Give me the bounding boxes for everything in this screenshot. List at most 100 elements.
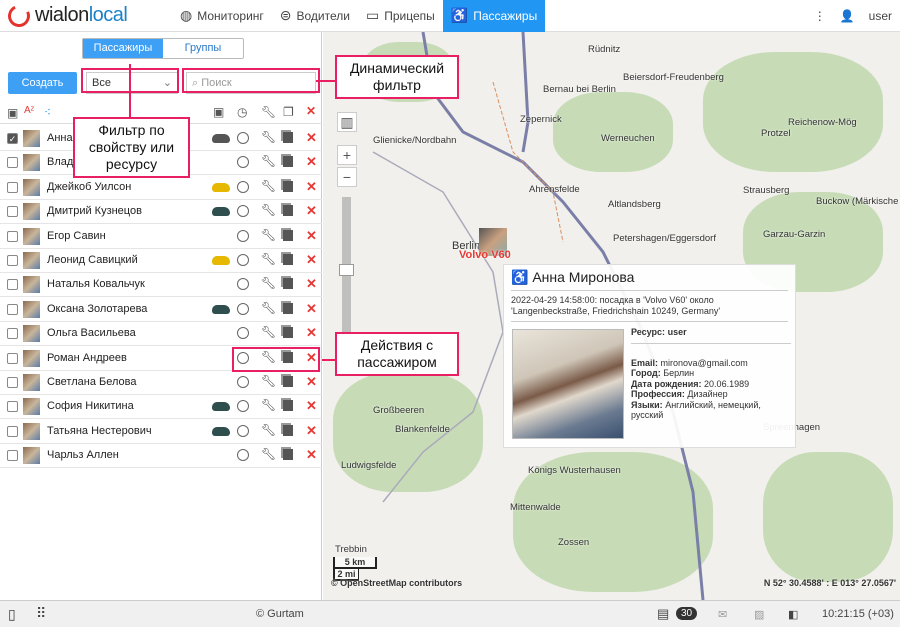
history-icon[interactable]	[237, 156, 249, 169]
history-icon[interactable]	[237, 400, 249, 413]
wrench-icon[interactable]: 🔧︎	[261, 228, 276, 242]
history-icon[interactable]	[237, 205, 249, 218]
passenger-name[interactable]: Татьяна Нестерович	[47, 425, 152, 437]
delete-icon[interactable]: ✕	[306, 179, 317, 195]
wrench-icon[interactable]: 🔧︎	[261, 325, 276, 339]
passenger-name[interactable]: Дмитрий Кузнецов	[47, 205, 142, 217]
passenger-row[interactable]: Джейкоб Уилсон 🔧︎ ✕	[0, 176, 322, 200]
passenger-row[interactable]: София Никитина 🔧︎ ✕	[0, 395, 322, 420]
delete-icon[interactable]: ✕	[306, 228, 317, 244]
nav-trailers[interactable]: ▭ Прицепы	[358, 0, 443, 32]
wrench-icon[interactable]: 🔧︎	[261, 301, 276, 315]
panel-toggle-icon[interactable]: ▯	[8, 606, 16, 623]
delete-icon[interactable]: ✕	[306, 325, 317, 341]
passenger-row[interactable]: Леонид Савицкий 🔧︎ ✕	[0, 249, 322, 273]
row-checkbox[interactable]	[7, 303, 18, 315]
history-icon[interactable]	[237, 278, 249, 291]
create-button[interactable]: Создать	[8, 72, 77, 94]
zoom-out-button[interactable]: −	[337, 167, 357, 187]
passenger-row[interactable]: Ольга Васильева 🔧︎ ✕	[0, 322, 322, 347]
tab-passengers[interactable]: Пассажиры	[83, 39, 163, 58]
passenger-name[interactable]: Влад	[47, 156, 73, 168]
wrench-icon[interactable]: 🔧︎	[261, 423, 276, 437]
delete-icon[interactable]: ✕	[306, 423, 317, 439]
row-checkbox[interactable]	[7, 279, 18, 291]
history-icon[interactable]	[237, 229, 249, 242]
passenger-row[interactable]: Оксана Золотарева 🔧︎ ✕	[0, 298, 322, 322]
history-icon[interactable]	[237, 254, 249, 266]
delete-icon[interactable]: ✕	[306, 301, 317, 317]
history-icon[interactable]	[237, 132, 249, 144]
wrench-icon[interactable]: 🔧︎	[261, 130, 276, 144]
copy-icon[interactable]	[283, 156, 293, 168]
delete-icon[interactable]: ✕	[306, 276, 317, 292]
row-checkbox[interactable]	[7, 255, 18, 266]
wrench-icon[interactable]: 🔧︎	[261, 154, 276, 168]
copy-icon[interactable]	[283, 132, 293, 143]
wrench-icon[interactable]: 🔧︎	[261, 252, 276, 266]
more-menu-icon[interactable]: ⋮	[814, 9, 826, 23]
passenger-name[interactable]: Наталья Ковальчук	[47, 278, 145, 290]
row-checkbox[interactable]	[7, 206, 18, 218]
row-checkbox[interactable]	[7, 181, 18, 193]
copy-icon[interactable]	[283, 424, 293, 436]
copy-icon[interactable]	[283, 205, 293, 217]
layers-button[interactable]: ▥	[337, 112, 357, 132]
passenger-name[interactable]: Егор Савин	[47, 230, 106, 242]
passenger-row[interactable]: Татьяна Нестерович 🔧︎ ✕	[0, 420, 322, 444]
delete-icon[interactable]: ✕	[306, 203, 317, 219]
row-checkbox[interactable]	[7, 230, 18, 242]
delete-icon[interactable]: ✕	[306, 374, 317, 390]
copy-icon[interactable]	[283, 278, 293, 290]
copy-icon[interactable]	[283, 302, 293, 314]
row-checkbox[interactable]: ✓	[7, 133, 18, 144]
attribution[interactable]: © OpenStreetMap contributors	[331, 578, 462, 588]
passenger-name[interactable]: Леонид Савицкий	[47, 254, 138, 266]
passenger-name[interactable]: София Никитина	[47, 400, 134, 412]
passenger-row[interactable]: Светлана Белова 🔧︎ ✕	[0, 371, 322, 395]
row-checkbox[interactable]	[7, 450, 18, 462]
copy-icon[interactable]	[283, 449, 293, 461]
copy-icon[interactable]	[283, 400, 293, 412]
history-icon[interactable]	[237, 302, 249, 315]
history-icon[interactable]	[237, 424, 249, 437]
wrench-icon[interactable]: 🔧︎	[261, 447, 276, 461]
passenger-row[interactable]: Чарльз Аллен 🔧︎ ✕	[0, 444, 322, 469]
zoom-in-button[interactable]: +	[337, 145, 357, 165]
passenger-row[interactable]: Наталья Ковальчук 🔧︎ ✕	[0, 273, 322, 298]
passenger-row[interactable]: Дмитрий Кузнецов 🔧︎ ✕	[0, 200, 322, 225]
messages-icon[interactable]: ✉	[718, 608, 727, 621]
notifications-count[interactable]: 30	[676, 607, 698, 620]
row-checkbox[interactable]	[7, 377, 18, 388]
history-icon[interactable]	[237, 376, 249, 388]
logo[interactable]: wialonlocal	[4, 1, 160, 30]
row-checkbox[interactable]	[7, 425, 18, 437]
passenger-name[interactable]: Джейкоб Уилсон	[47, 181, 131, 193]
copy-icon[interactable]	[283, 376, 293, 387]
group-icon[interactable]: ⁖	[44, 105, 51, 119]
passenger-name[interactable]: Роман Андреев	[47, 352, 127, 364]
tab-groups[interactable]: Группы	[163, 39, 243, 58]
passenger-row[interactable]: Егор Савин 🔧︎ ✕	[0, 225, 322, 249]
row-checkbox[interactable]	[7, 328, 18, 340]
zoom-slider-handle[interactable]	[339, 264, 354, 276]
wrench-icon[interactable]: 🔧︎	[261, 203, 276, 217]
row-checkbox[interactable]	[7, 157, 18, 169]
sort-az-icon[interactable]: Aᶻ	[24, 105, 34, 116]
history-icon[interactable]	[237, 327, 249, 340]
nav-passengers[interactable]: ♿ Пассажиры	[442, 0, 546, 32]
apps-grid-icon[interactable]: ⠿	[36, 605, 46, 622]
delete-icon[interactable]: ✕	[306, 252, 317, 268]
nav-monitoring[interactable]: ◍ Мониторинг	[172, 0, 272, 32]
wrench-icon[interactable]: 🔧︎	[261, 179, 276, 193]
user-icon[interactable]: 👤	[840, 9, 855, 23]
image-icon[interactable]: ▨	[754, 608, 764, 621]
passenger-name[interactable]: Светлана Белова	[47, 376, 136, 388]
history-icon[interactable]	[237, 180, 249, 193]
user-name[interactable]: user	[869, 9, 892, 23]
copy-icon[interactable]	[283, 327, 293, 339]
copy-icon[interactable]	[283, 254, 293, 265]
select-all-checkbox[interactable]: ▣	[7, 106, 18, 120]
passenger-name[interactable]: Чарльз Аллен	[47, 449, 119, 461]
wrench-icon[interactable]: 🔧︎	[261, 374, 276, 388]
